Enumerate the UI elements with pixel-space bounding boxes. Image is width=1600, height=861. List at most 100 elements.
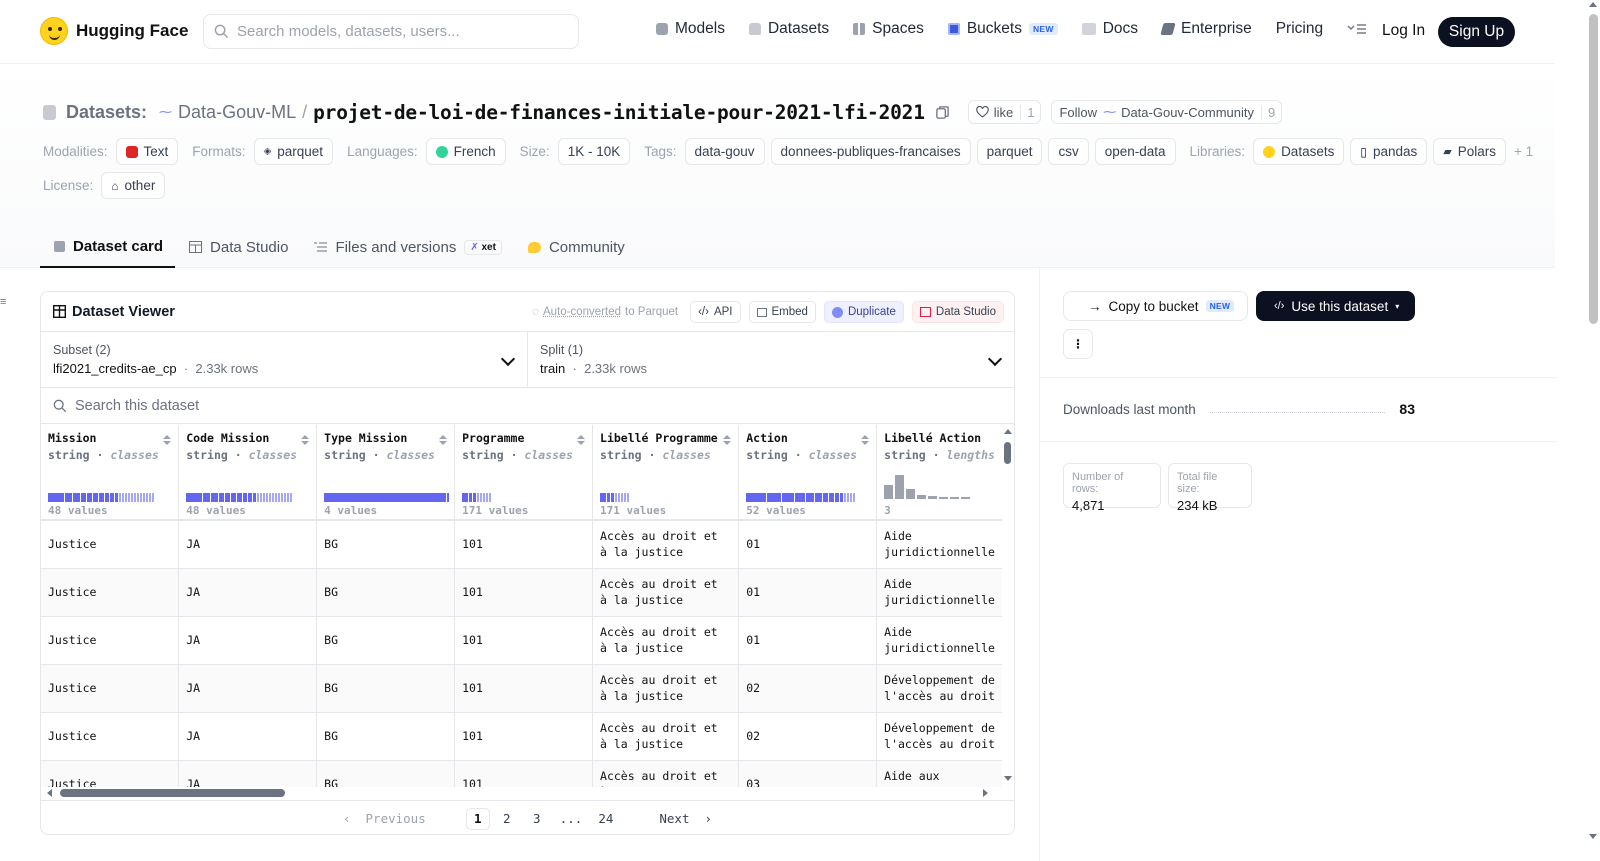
- nav-models[interactable]: Models: [656, 20, 725, 38]
- sort-icon[interactable]: [577, 435, 586, 445]
- tab-data-studio[interactable]: Data Studio: [175, 226, 300, 268]
- split-select[interactable]: Split (1) train · 2.33k rows: [527, 332, 1014, 387]
- table-cell[interactable]: JA: [178, 568, 318, 617]
- language-chip-french[interactable]: French: [425, 138, 506, 165]
- table-cell[interactable]: BG: [316, 760, 456, 787]
- scroll-right-icon[interactable]: [983, 789, 988, 797]
- toc-toggle-icon[interactable]: ≡: [0, 296, 8, 308]
- table-cell[interactable]: 101: [454, 664, 594, 713]
- table-cell[interactable]: Aide juridictionnelle: [876, 568, 1002, 617]
- table-cell[interactable]: Justice: [41, 616, 180, 665]
- table-vertical-scrollbar[interactable]: [1003, 429, 1013, 781]
- page-button[interactable]: 24: [592, 808, 619, 830]
- table-cell[interactable]: BG: [316, 712, 456, 761]
- scroll-left-icon[interactable]: [47, 789, 52, 797]
- nav-more-menu[interactable]: [1347, 23, 1367, 35]
- auto-converted-link[interactable]: Auto-converted: [543, 306, 621, 318]
- tag-chip[interactable]: open-data: [1094, 138, 1176, 165]
- size-chip[interactable]: 1K - 10K: [557, 138, 631, 165]
- scrollbar-thumb[interactable]: [1004, 442, 1011, 464]
- column-header[interactable]: Mission string · classes 48 values: [41, 425, 180, 521]
- tag-chip[interactable]: csv: [1048, 138, 1089, 165]
- column-header[interactable]: Action string · classes 52 values: [738, 425, 878, 521]
- org-link[interactable]: Data-Gouv-ML: [178, 102, 296, 123]
- scroll-up-icon[interactable]: [1589, 2, 1597, 7]
- page-button-current[interactable]: 1: [465, 807, 490, 830]
- scroll-down-icon[interactable]: [1589, 834, 1597, 839]
- table-cell[interactable]: Accès au droit et à la justice: [592, 520, 740, 569]
- table-cell[interactable]: Justice: [41, 712, 180, 761]
- library-chip-datasets[interactable]: Datasets: [1253, 138, 1345, 165]
- subset-select[interactable]: Subset (2) lfi2021_credits-ae_cp · 2.33k…: [41, 332, 527, 387]
- sort-icon[interactable]: [301, 435, 310, 445]
- copy-icon[interactable]: [935, 105, 950, 120]
- table-horizontal-scrollbar[interactable]: [45, 788, 1000, 798]
- column-header[interactable]: Libellé Action string · lengths 3: [876, 425, 1002, 521]
- table-cell[interactable]: JA: [178, 616, 318, 665]
- scrollbar-thumb[interactable]: [60, 789, 285, 797]
- table-cell[interactable]: Accès au droit et à la justice: [592, 664, 740, 713]
- table-row[interactable]: JusticeJABG101Accès au droit et à la jus…: [41, 568, 1002, 617]
- api-button[interactable]: ‹/› API: [690, 301, 741, 323]
- table-cell[interactable]: 101: [454, 568, 594, 617]
- nav-docs[interactable]: Docs: [1081, 20, 1138, 38]
- global-search-input[interactable]: [237, 23, 557, 40]
- table-row[interactable]: JusticeJABG101Accès au droit et à la jus…: [41, 712, 1002, 761]
- duplicate-button[interactable]: Duplicate: [823, 301, 904, 323]
- tab-dataset-card[interactable]: Dataset card: [40, 226, 176, 268]
- table-cell[interactable]: Justice: [41, 568, 180, 617]
- table-cell[interactable]: BG: [316, 616, 456, 665]
- table-cell[interactable]: 02: [738, 664, 878, 713]
- login-link[interactable]: Log In: [1382, 22, 1425, 40]
- table-cell[interactable]: Accès au droit et à la justice: [592, 616, 740, 665]
- tag-chip[interactable]: parquet: [976, 138, 1043, 165]
- table-cell[interactable]: 01: [738, 568, 878, 617]
- table-cell[interactable]: 02: [738, 712, 878, 761]
- next-page-button[interactable]: Next ›: [653, 808, 718, 830]
- page-button[interactable]: 3: [524, 808, 550, 830]
- signup-button[interactable]: Sign Up: [1438, 17, 1515, 47]
- table-cell[interactable]: Accès au droit et à la justice: [592, 712, 740, 761]
- table-cell[interactable]: 101: [454, 712, 594, 761]
- column-header[interactable]: Libellé Programme string · classes 171 va…: [592, 425, 740, 521]
- table-row[interactable]: JusticeJABG101Accès au droit et à la jus…: [41, 616, 1002, 665]
- nav-enterprise[interactable]: Enterprise: [1160, 20, 1252, 38]
- libraries-more[interactable]: + 1: [1514, 144, 1533, 159]
- tab-community[interactable]: Community: [514, 226, 637, 268]
- table-cell[interactable]: JA: [178, 520, 318, 569]
- column-header[interactable]: Type Mission string · classes 4 values: [316, 425, 456, 521]
- scrollbar-thumb[interactable]: [1589, 14, 1598, 324]
- format-chip-parquet[interactable]: ◈ parquet: [253, 138, 334, 165]
- table-cell[interactable]: BG: [316, 568, 456, 617]
- more-options-button[interactable]: ⋮: [1063, 329, 1093, 359]
- table-cell[interactable]: Justice: [41, 760, 180, 787]
- library-chip-polars[interactable]: ▰ Polars: [1433, 138, 1506, 165]
- sort-icon[interactable]: [163, 435, 172, 445]
- sort-icon[interactable]: [723, 435, 732, 445]
- dataset-search[interactable]: [41, 388, 1014, 424]
- table-row[interactable]: JusticeJABG101Accès au droit et à la jus…: [41, 760, 1002, 787]
- table-cell[interactable]: BG: [316, 664, 456, 713]
- page-button[interactable]: 2: [494, 808, 520, 830]
- table-cell[interactable]: 101: [454, 760, 594, 787]
- column-header[interactable]: Code Mission string · classes 48 values: [178, 425, 318, 521]
- table-cell[interactable]: 101: [454, 616, 594, 665]
- follow-button[interactable]: Follow ⁓ Data-Gouv-Community 9: [1051, 100, 1283, 124]
- table-cell[interactable]: Aide aux victimes: [876, 760, 1002, 787]
- tag-chip[interactable]: donnees-publiques-francaises: [770, 138, 971, 165]
- nav-pricing[interactable]: Pricing: [1276, 20, 1323, 38]
- use-this-dataset-button[interactable]: ‹/› Use this dataset ▾: [1256, 291, 1415, 321]
- scroll-up-icon[interactable]: [1004, 429, 1012, 434]
- scroll-down-icon[interactable]: [1004, 776, 1012, 781]
- column-header[interactable]: Programme string · classes 171 values: [454, 425, 594, 521]
- copy-to-bucket-button[interactable]: → Copy to bucket NEW: [1063, 291, 1248, 321]
- global-search[interactable]: [203, 14, 579, 49]
- modality-chip-text[interactable]: Text: [115, 138, 179, 165]
- embed-button[interactable]: Embed: [748, 301, 816, 323]
- auto-converted-note[interactable]: ◌ Auto-converted to Parquet: [532, 306, 678, 318]
- table-cell[interactable]: Aide juridictionnelle: [876, 520, 1002, 569]
- table-row[interactable]: JusticeJABG101Accès au droit et à la jus…: [41, 664, 1002, 713]
- table-cell[interactable]: 01: [738, 520, 878, 569]
- nav-datasets[interactable]: Datasets: [748, 20, 829, 38]
- table-cell[interactable]: BG: [316, 520, 456, 569]
